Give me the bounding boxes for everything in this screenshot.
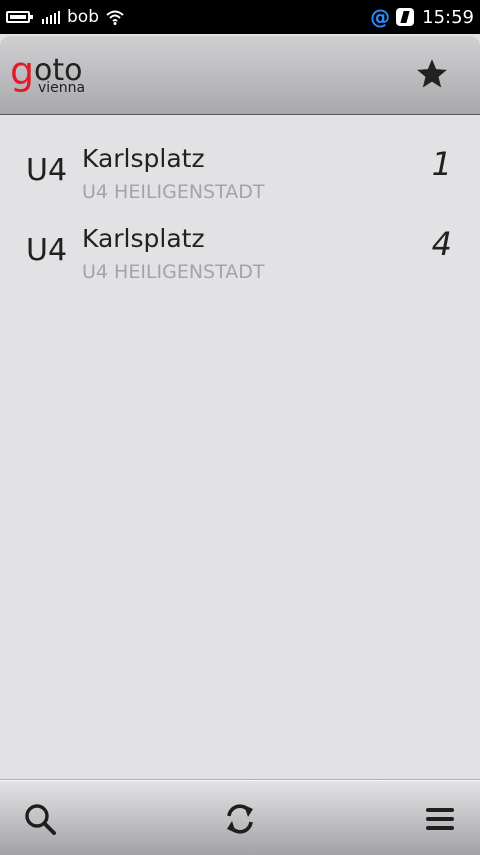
search-icon [25, 804, 56, 835]
menu-icon [426, 808, 454, 830]
refresh-button[interactable] [218, 797, 262, 841]
signal-icon [42, 10, 60, 24]
station-name: Karlsplatz [82, 144, 205, 173]
nfc-icon [396, 8, 415, 26]
minutes-until-departure: 1 [431, 145, 452, 183]
app-logo: g oto vienna [10, 52, 120, 102]
status-bar: bob @ 15:59 [0, 0, 480, 34]
departure-row[interactable]: U4 Karlsplatz U4 HEILIGENSTADT 1 [0, 120, 480, 203]
refresh-icon [227, 804, 253, 834]
line-label: U4 [26, 153, 68, 188]
direction-label: U4 HEILIGENSTADT [82, 261, 265, 283]
search-button[interactable] [18, 797, 62, 841]
logo-letter: g [10, 49, 35, 93]
logo-subtitle: vienna [38, 80, 86, 96]
station-name: Karlsplatz [82, 224, 205, 253]
wifi-icon [106, 10, 124, 25]
battery-icon [6, 11, 33, 23]
bottom-toolbar [0, 780, 480, 855]
status-right: @ 15:59 [370, 4, 474, 30]
clock: 15:59 [422, 6, 474, 28]
line-label: U4 [26, 233, 68, 268]
departure-row[interactable]: U4 Karlsplatz U4 HEILIGENSTADT 4 [0, 200, 480, 283]
status-left: bob [6, 6, 125, 28]
app-header: g oto vienna [0, 36, 480, 115]
departure-list: U4 Karlsplatz U4 HEILIGENSTADT 1 U4 Karl… [0, 120, 480, 283]
carrier-name: bob [67, 7, 99, 27]
menu-button[interactable] [418, 797, 462, 841]
star-icon [417, 59, 447, 88]
minutes-until-departure: 4 [431, 225, 452, 263]
email-notification-icon: @ [370, 5, 391, 29]
favorites-button[interactable] [412, 54, 452, 94]
